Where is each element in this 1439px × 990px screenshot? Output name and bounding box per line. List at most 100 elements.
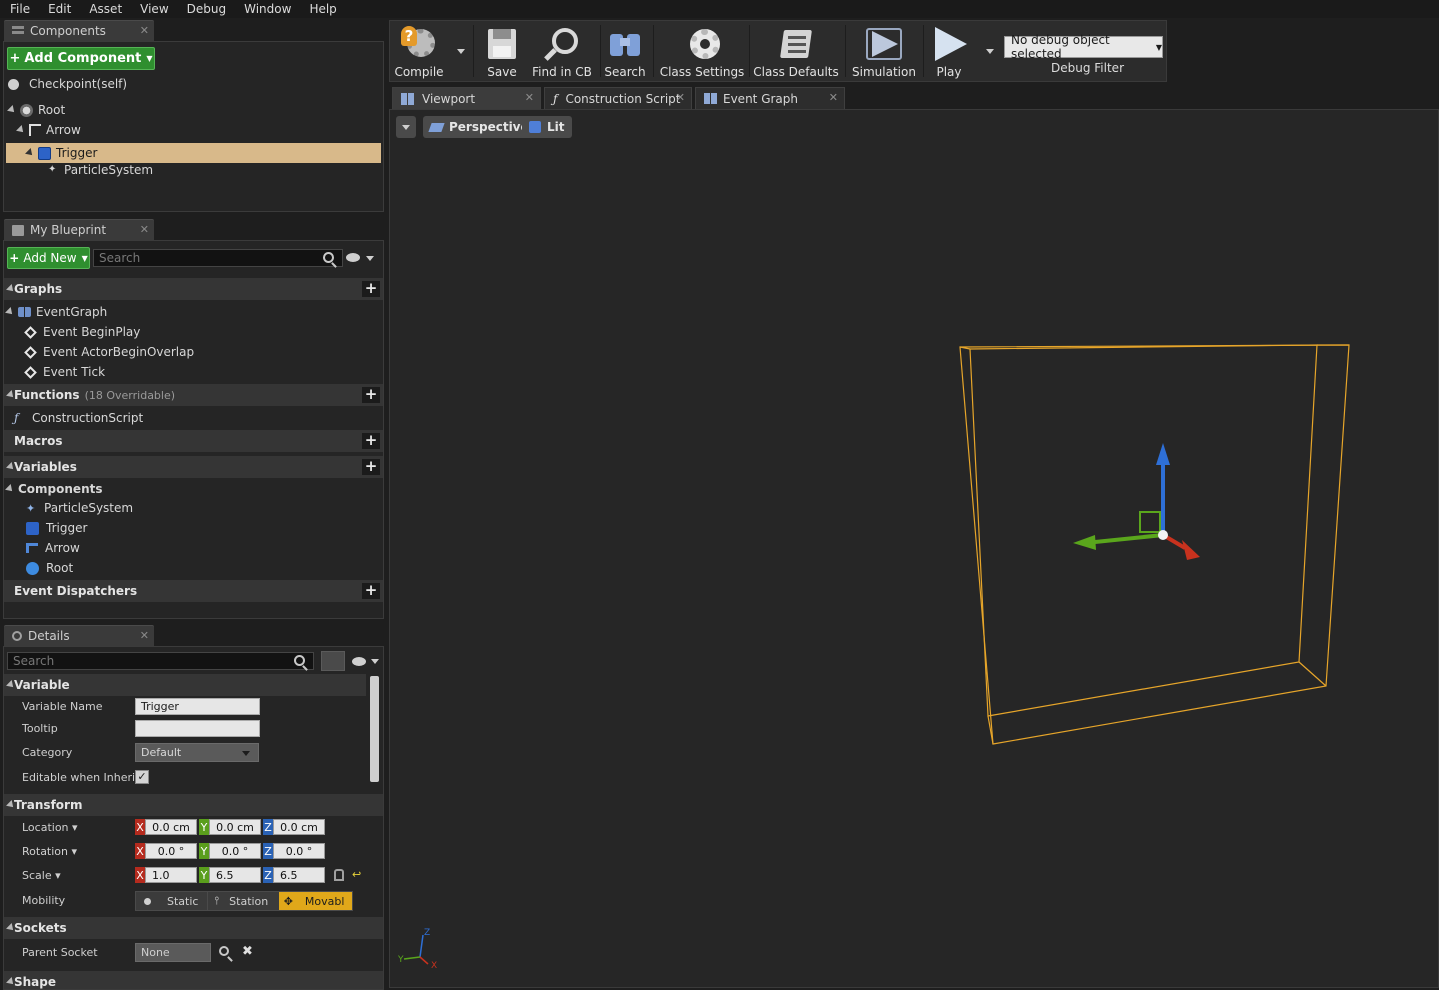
details-scrollbar[interactable] (370, 676, 379, 782)
variables-section-header[interactable]: Variables + (4, 456, 383, 478)
variable-item[interactable]: Trigger (26, 518, 87, 538)
mobility-static-option[interactable]: Static (136, 892, 208, 910)
my-blueprint-tab-label: My Blueprint (30, 223, 107, 237)
class-settings-button[interactable]: Class Settings (660, 21, 744, 81)
event-item[interactable]: Event Tick (24, 362, 105, 382)
tooltip-field[interactable] (135, 720, 260, 737)
event-graph-item[interactable]: EventGraph (5, 302, 107, 322)
details-search-input[interactable]: Search (7, 652, 314, 670)
add-macro-button[interactable]: + (362, 433, 380, 449)
search-icon[interactable] (294, 655, 305, 666)
scale-y-field[interactable]: 6.5 (209, 867, 261, 883)
add-new-button[interactable]: + Add New ▼ (7, 247, 90, 269)
scale-z-field[interactable]: 6.5 (273, 867, 325, 883)
compile-button[interactable]: ? Compile (394, 21, 444, 81)
menu-window[interactable]: Window (234, 2, 299, 16)
tab-event-graph[interactable]: Event Graph ✕ (695, 87, 845, 109)
add-component-button[interactable]: + Add Component ▼ (7, 47, 155, 70)
menu-asset[interactable]: Asset (79, 2, 130, 16)
my-blueprint-tab[interactable]: My Blueprint ✕ (4, 219, 154, 240)
editable-when-inherited-checkbox[interactable]: ✓ (135, 770, 149, 784)
event-item[interactable]: Event ActorBeginOverlap (24, 342, 194, 362)
lock-icon[interactable] (334, 869, 344, 881)
self-dot-icon (8, 78, 19, 90)
play-options-chevron-icon[interactable] (986, 49, 994, 54)
close-icon[interactable]: ✕ (676, 91, 685, 104)
menu-help[interactable]: Help (299, 2, 344, 16)
find-in-cb-button[interactable]: Find in CB (530, 21, 594, 81)
browse-socket-icon[interactable] (219, 946, 229, 956)
clear-socket-icon[interactable]: ✖ (242, 944, 253, 959)
scale-label[interactable]: Scale ▾ (22, 869, 61, 882)
close-icon[interactable]: ✕ (140, 223, 149, 236)
tab-construction-script[interactable]: ƒ Construction Script ✕ (544, 87, 692, 109)
compile-options-chevron-icon[interactable] (457, 49, 465, 54)
rotation-label[interactable]: Rotation ▾ (22, 845, 77, 858)
rotation-y-field[interactable]: 0.0 ° (209, 843, 261, 859)
shape-section-header[interactable]: Shape (4, 971, 383, 989)
construction-script-item[interactable]: ƒ ConstructionScript (14, 408, 143, 428)
functions-section-header[interactable]: Functions (18 Overridable) + (4, 384, 383, 406)
parent-socket-field[interactable]: None (135, 943, 211, 962)
search-button[interactable]: Search (604, 21, 646, 81)
x-axis-marker: X (135, 843, 145, 859)
event-dispatchers-section-header[interactable]: Event Dispatchers + (4, 580, 383, 602)
eye-icon[interactable] (346, 253, 360, 262)
components-category[interactable]: Components (5, 479, 103, 499)
sockets-section-header[interactable]: Sockets (4, 917, 383, 939)
location-z-field[interactable]: 0.0 cm (273, 819, 325, 835)
play-button[interactable]: Play (928, 21, 970, 81)
simulation-button[interactable]: Simulation (852, 21, 916, 81)
tree-item-particlesystem[interactable]: ✦ ParticleSystem (48, 160, 153, 180)
chevron-down-icon[interactable] (366, 256, 374, 261)
save-button[interactable]: Save (482, 21, 522, 81)
class-defaults-button[interactable]: Class Defaults (753, 21, 839, 81)
property-matrix-icon[interactable] (321, 651, 345, 671)
graphs-section-header[interactable]: Graphs + (4, 278, 383, 300)
transform-section-header[interactable]: Transform (4, 794, 383, 816)
mobility-movable-option[interactable]: ✥ Movabl (278, 892, 352, 910)
eye-icon[interactable] (352, 657, 366, 666)
close-icon[interactable]: ✕ (140, 629, 149, 642)
chevron-down-icon[interactable] (371, 659, 379, 664)
menu-edit[interactable]: Edit (38, 2, 79, 16)
add-graph-button[interactable]: + (362, 281, 380, 297)
variable-item[interactable]: Arrow (26, 538, 80, 558)
category-dropdown[interactable]: Default (135, 743, 259, 762)
rotation-z-field[interactable]: 0.0 ° (273, 843, 325, 859)
location-label[interactable]: Location ▾ (22, 821, 78, 834)
mobility-stationary-option[interactable]: ⫯ Station (207, 892, 279, 910)
location-x-field[interactable]: 0.0 cm (145, 819, 197, 835)
details-tab[interactable]: Details ✕ (4, 625, 154, 646)
blueprint-search-input[interactable]: Search (93, 249, 343, 267)
chevron-down-icon (242, 751, 250, 756)
menu-file[interactable]: File (0, 2, 38, 16)
tree-item-arrow[interactable]: Arrow (16, 120, 81, 140)
variable-item[interactable]: ✦ ParticleSystem (26, 498, 133, 518)
tab-viewport[interactable]: Viewport ✕ (392, 87, 541, 109)
rotation-x-field[interactable]: 0.0 ° (145, 843, 197, 859)
variable-name-field[interactable]: Trigger (135, 698, 260, 715)
add-function-button[interactable]: + (362, 387, 380, 403)
macros-section-header[interactable]: Macros + (4, 430, 383, 452)
menu-debug[interactable]: Debug (177, 2, 234, 16)
add-event-dispatcher-button[interactable]: + (362, 583, 380, 599)
variable-section-header[interactable]: Variable (4, 674, 366, 696)
close-icon[interactable]: ✕ (525, 91, 534, 104)
components-tab[interactable]: Components ✕ (4, 20, 154, 41)
close-icon[interactable]: ✕ (829, 91, 838, 104)
self-row[interactable]: Checkpoint(self) (8, 74, 127, 94)
add-variable-button[interactable]: + (362, 459, 380, 475)
viewport[interactable]: Perspective Lit Z Y X (389, 109, 1439, 988)
reset-arrow-icon[interactable]: ↩ (352, 868, 361, 881)
tree-item-root[interactable]: Root (7, 100, 65, 120)
scale-x-field[interactable]: 1.0 (145, 867, 197, 883)
y-axis-marker: Y (199, 843, 209, 859)
menu-view[interactable]: View (130, 2, 176, 16)
debug-object-dropdown[interactable]: No debug object selected ▼ (1004, 33, 1163, 61)
event-item[interactable]: Event BeginPlay (24, 322, 140, 342)
close-icon[interactable]: ✕ (140, 24, 149, 37)
location-y-field[interactable]: 0.0 cm (209, 819, 261, 835)
search-icon[interactable] (323, 252, 334, 263)
variable-item[interactable]: Root (26, 558, 73, 578)
